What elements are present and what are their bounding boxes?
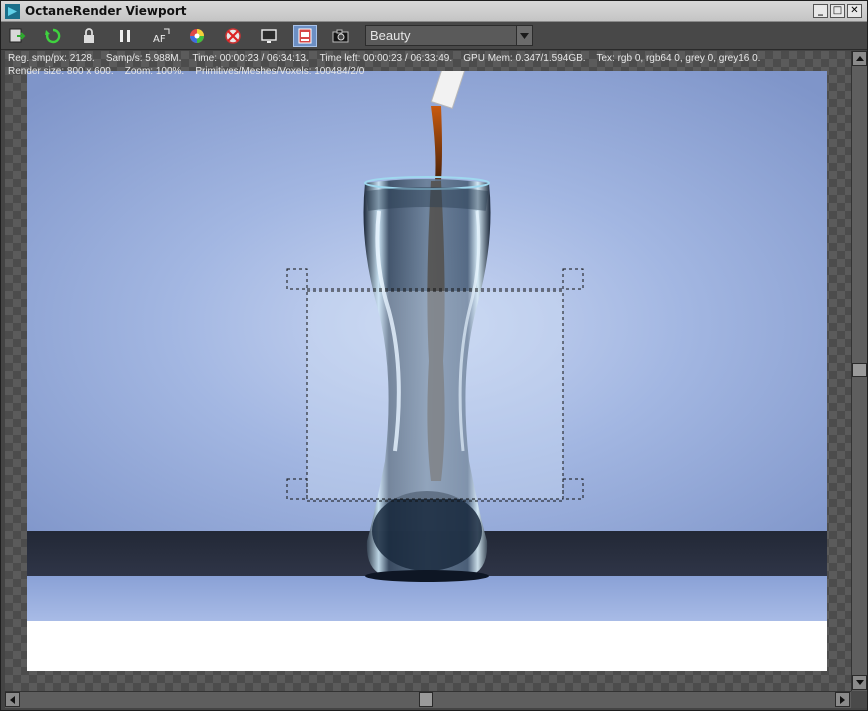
render-stats-line-2: Render size: 800 x 600. Zoom: 100%. Prim… [8, 66, 365, 77]
display-settings-button[interactable] [257, 25, 281, 47]
render-pass-value: Beauty [370, 28, 411, 43]
pause-icon [120, 30, 130, 42]
af-label: AF [153, 34, 166, 45]
horizontal-scroll-thumb[interactable] [419, 692, 433, 707]
camera-icon [332, 29, 349, 43]
title-bar[interactable]: OctaneRender Viewport _ □ ✕ [1, 1, 867, 22]
color-picker-icon [190, 29, 204, 43]
rendered-image[interactable] [27, 71, 827, 671]
autofocus-picker-button[interactable]: AF [149, 25, 173, 47]
render-viewport[interactable]: Reg. smp/px: 2128. Samp/s: 5.988M. Time:… [5, 51, 851, 691]
scroll-up-arrow-icon[interactable] [852, 51, 867, 66]
color-picker-button[interactable] [185, 25, 209, 47]
vertical-scrollbar[interactable] [851, 51, 867, 691]
render-stats: Reg. smp/px: 2128. Samp/s: 5.988M. Time:… [8, 52, 760, 78]
lock-icon [84, 28, 94, 43]
render-region-button[interactable] [293, 25, 317, 47]
restart-render-icon [45, 28, 61, 44]
minimize-button[interactable]: _ [813, 4, 828, 18]
camera-button[interactable] [329, 25, 353, 47]
close-button[interactable]: ✕ [847, 4, 862, 18]
render-region-selection[interactable] [286, 268, 584, 502]
region-render-button[interactable] [221, 25, 245, 47]
lock-button[interactable] [77, 25, 101, 47]
send-scene-button[interactable] [5, 25, 29, 47]
window-title: OctaneRender Viewport [25, 4, 187, 18]
octane-viewport-window: OctaneRender Viewport _ □ ✕ AF Beauty Re… [0, 0, 868, 711]
render-pass-select[interactable]: Beauty [365, 25, 533, 46]
scroll-left-arrow-icon[interactable] [5, 692, 20, 707]
chevron-down-icon[interactable] [516, 26, 532, 45]
restart-render-button[interactable] [41, 25, 65, 47]
scroll-down-arrow-icon[interactable] [852, 675, 867, 690]
horizontal-scrollbar[interactable] [5, 691, 851, 708]
render-stats-line-1: Reg. smp/px: 2128. Samp/s: 5.988M. Time:… [8, 53, 761, 64]
scroll-right-arrow-icon[interactable] [835, 692, 850, 707]
vertical-scroll-thumb[interactable] [852, 363, 867, 377]
region-render-icon [225, 28, 241, 44]
maximize-button[interactable]: □ [830, 4, 845, 18]
send-scene-icon [9, 28, 26, 43]
autofocus-picker-icon: AF [153, 28, 170, 45]
octane-app-icon [5, 4, 20, 19]
pause-button[interactable] [113, 25, 137, 47]
render-region-icon [298, 28, 312, 44]
display-settings-icon [261, 29, 277, 43]
viewport-toolbar: AF Beauty [1, 22, 867, 50]
scrollbar-corner [851, 691, 867, 708]
